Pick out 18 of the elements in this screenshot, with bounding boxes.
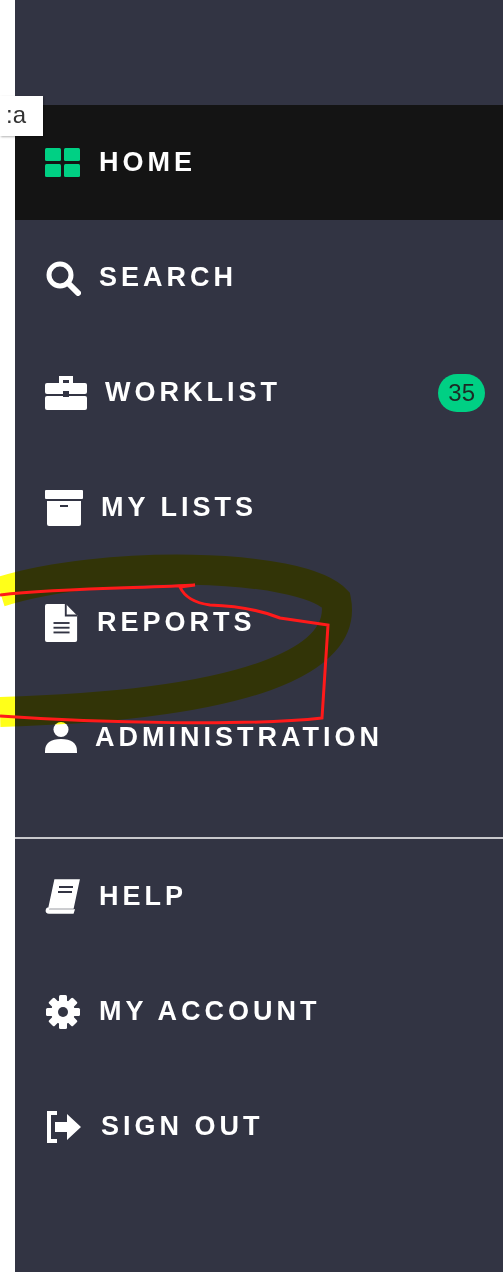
menu-item[interactable]: WORKLIST 35: [15, 335, 503, 450]
sign-out-icon: [45, 1110, 83, 1143]
menu-item[interactable]: HELP: [15, 839, 503, 954]
book-icon: [45, 878, 81, 915]
menu-item[interactable]: SEARCH: [15, 220, 503, 335]
archive-box-icon: [45, 489, 83, 526]
count-badge: 35: [438, 373, 485, 412]
menu-item[interactable]: REPORTS: [15, 565, 503, 680]
tooltip: :a: [0, 96, 43, 136]
settings-icon: [45, 993, 81, 1030]
search-icon: [45, 259, 81, 296]
menu-item[interactable]: MY LISTS: [15, 450, 503, 565]
menu-item[interactable]: ADMINISTRATION: [15, 680, 503, 795]
menu-item[interactable]: SIGN OUT: [15, 1069, 503, 1184]
briefcase-icon: [45, 375, 87, 410]
document-icon: [45, 602, 79, 643]
grid-icon: [45, 147, 81, 178]
menu-item[interactable]: MY ACCOUNT: [15, 954, 503, 1069]
